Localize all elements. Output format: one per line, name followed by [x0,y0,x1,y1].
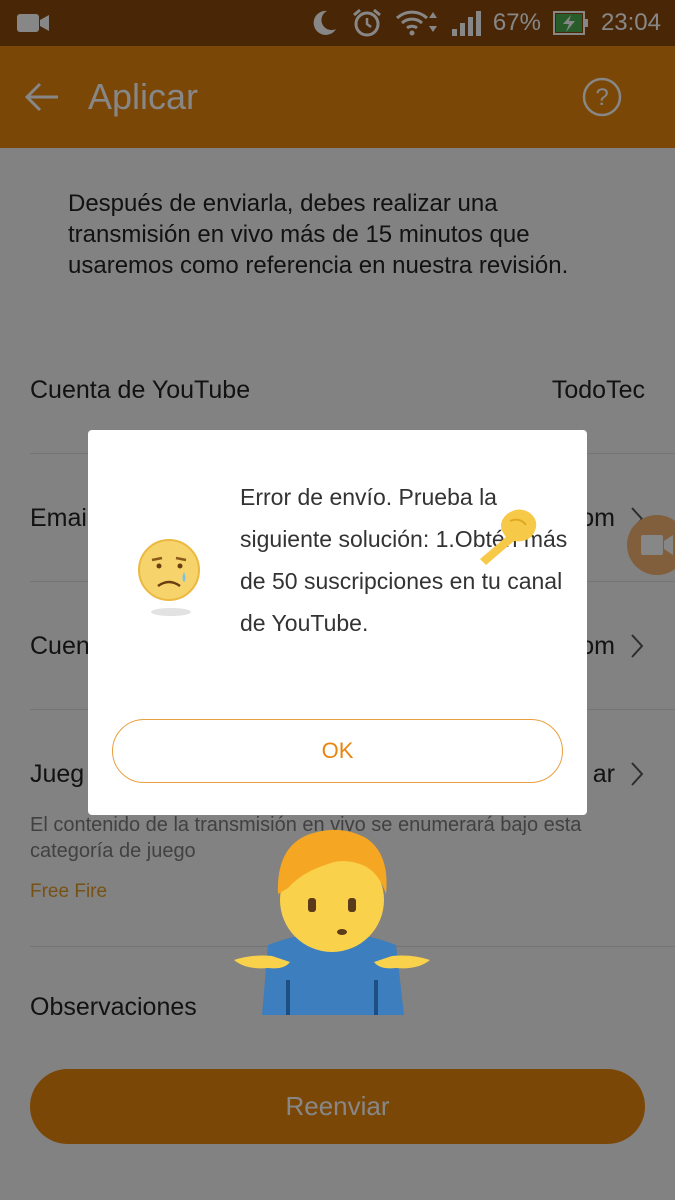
ok-button[interactable]: OK [112,719,563,783]
pointing-hand-icon [476,503,542,572]
sad-face-icon [136,536,206,625]
person-shrugging-icon [232,820,432,1020]
error-dialog: Error de envío. Prueba la siguiente solu… [88,430,587,815]
